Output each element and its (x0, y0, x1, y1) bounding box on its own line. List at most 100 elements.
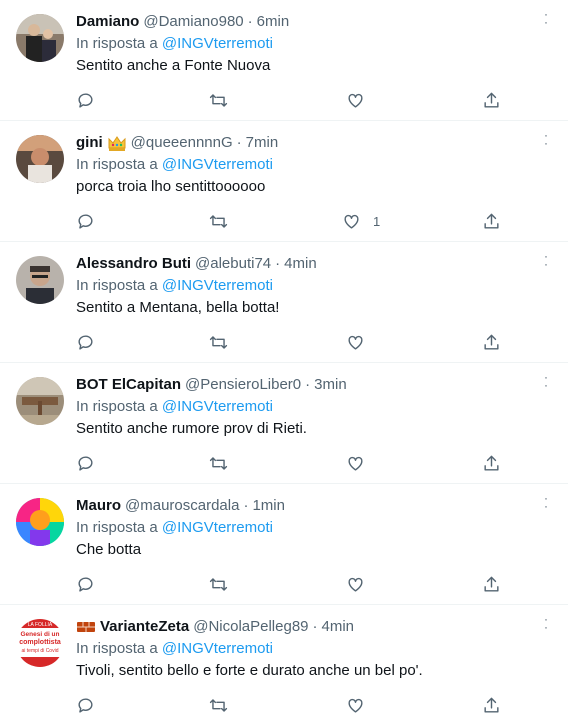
display-name[interactable]: gini (76, 133, 103, 153)
more-icon[interactable]: · · (538, 250, 554, 272)
heart-icon (344, 214, 359, 229)
reply-context: In risposta a @INGVterremoti (76, 397, 552, 417)
timestamp[interactable]: 4min (284, 254, 317, 274)
share-button[interactable] (482, 452, 501, 474)
share-icon (484, 92, 499, 108)
avatar-text-line: Genesi di un (20, 631, 59, 638)
avatar[interactable] (16, 135, 64, 183)
tweet-item[interactable]: BOT ElCapitan @PensieroLiber0 · 3min In … (0, 363, 568, 484)
user-handle[interactable]: @Damiano980 (143, 12, 243, 32)
reply-context: In risposta a @INGVterremoti (76, 155, 552, 175)
retweet-button[interactable] (209, 210, 228, 232)
tweet-actions: 1 (76, 210, 516, 232)
tweet-item[interactable]: LA FOLLIA Genesi di un complottista ai t… (0, 605, 568, 726)
display-name[interactable]: BOT ElCapitan (76, 375, 181, 395)
timestamp[interactable]: 4min (322, 617, 355, 637)
avatar-text-line: ai tempi di Covid (22, 648, 59, 654)
user-handle[interactable]: @alebuti74 (195, 254, 271, 274)
timestamp[interactable]: 7min (246, 133, 279, 153)
separator-dot: · (243, 497, 249, 514)
reply-context: In risposta a @INGVterremoti (76, 34, 552, 54)
tweet-feed: Damiano @Damiano980 · 6min In risposta a… (0, 0, 568, 726)
mention-link[interactable]: @INGVterremoti (162, 519, 273, 536)
mention-link[interactable]: @INGVterremoti (162, 277, 273, 294)
comment-icon (78, 697, 93, 713)
tweet-text: porca troia lho sentittoooooo (76, 178, 266, 195)
timestamp[interactable]: 3min (314, 375, 347, 395)
like-button[interactable]: 1 (342, 210, 380, 232)
user-handle[interactable]: @queeennnnG (131, 133, 233, 153)
more-icon[interactable]: · · (538, 371, 554, 393)
like-button[interactable] (346, 331, 377, 353)
retweet-button[interactable] (209, 89, 228, 111)
like-button[interactable] (346, 452, 377, 474)
timestamp[interactable]: 1min (252, 496, 285, 516)
mention-link[interactable]: @INGVterremoti (162, 156, 273, 173)
retweet-icon (209, 214, 228, 228)
retweet-icon (209, 456, 228, 470)
avatar[interactable] (16, 377, 64, 425)
mention-link[interactable]: @INGVterremoti (162, 398, 273, 415)
more-icon[interactable]: · · (538, 492, 554, 514)
tweet-actions (76, 694, 516, 716)
display-name[interactable]: Alessandro Buti (76, 254, 191, 274)
separator-dot: · (247, 13, 253, 30)
timestamp[interactable]: 6min (257, 12, 290, 32)
more-icon[interactable]: · · (538, 8, 554, 30)
tweet-item[interactable]: Mauro @mauroscardala · 1min In risposta … (0, 484, 568, 605)
reply-button[interactable] (76, 573, 95, 595)
more-icon[interactable]: · · (538, 613, 554, 635)
avatar[interactable] (16, 256, 64, 304)
heart-icon (348, 698, 363, 713)
mention-link[interactable]: @INGVterremoti (162, 35, 273, 52)
reply-context: In risposta a @INGVterremoti (76, 276, 552, 296)
like-button[interactable] (346, 694, 377, 716)
display-name[interactable]: VarianteZeta (100, 617, 189, 637)
share-button[interactable] (482, 89, 501, 111)
share-button[interactable] (482, 694, 501, 716)
reply-button[interactable] (76, 210, 95, 232)
display-name[interactable]: Mauro (76, 496, 121, 516)
heart-icon (348, 577, 363, 592)
retweet-icon (209, 335, 228, 349)
reply-prefix: In risposta a (76, 640, 158, 657)
user-handle[interactable]: @NicolaPelleg89 (193, 617, 308, 637)
reply-button[interactable] (76, 331, 95, 353)
reply-button[interactable] (76, 694, 95, 716)
tweet-item[interactable]: gini @queeennnnG · 7min In risposta a @I… (0, 121, 568, 242)
retweet-icon (209, 698, 228, 712)
display-name[interactable]: Damiano (76, 12, 139, 32)
reply-button[interactable] (76, 89, 95, 111)
tweet-item[interactable]: Alessandro Buti @alebuti74 · 4min In ris… (0, 242, 568, 363)
crown-emoji-icon (108, 136, 126, 151)
retweet-button[interactable] (209, 694, 228, 716)
share-button[interactable] (482, 210, 501, 232)
reply-button[interactable] (76, 452, 95, 474)
avatar[interactable] (16, 498, 64, 546)
like-count: 1 (373, 213, 381, 229)
share-icon (484, 213, 499, 229)
like-button[interactable] (346, 89, 377, 111)
more-icon[interactable]: · · (538, 129, 554, 151)
separator-dot: · (305, 376, 311, 393)
retweet-button[interactable] (209, 331, 228, 353)
share-button[interactable] (482, 331, 501, 353)
retweet-button[interactable] (209, 573, 228, 595)
tweet-item[interactable]: Damiano @Damiano980 · 6min In risposta a… (0, 0, 568, 121)
user-handle[interactable]: @mauroscardala (125, 496, 239, 516)
avatar[interactable]: LA FOLLIA Genesi di un complottista ai t… (16, 619, 64, 667)
user-handle[interactable]: @PensieroLiber0 (185, 375, 301, 395)
share-button[interactable] (482, 573, 501, 595)
reply-context: In risposta a @INGVterremoti (76, 518, 552, 538)
tweet-header: VarianteZeta @NicolaPelleg89 · 4min (76, 617, 552, 637)
separator-dot: · (312, 618, 318, 635)
like-button[interactable] (346, 573, 377, 595)
tweet-text: Sentito anche a Fonte Nuova (76, 57, 271, 74)
avatar[interactable] (16, 14, 64, 62)
mention-link[interactable]: @INGVterremoti (162, 640, 273, 657)
comment-icon (78, 334, 93, 350)
heart-icon (348, 456, 363, 471)
tweet-text: Che botta (76, 541, 142, 558)
retweet-button[interactable] (209, 452, 228, 474)
tweet-text: Sentito a Mentana, bella botta! (76, 299, 280, 316)
